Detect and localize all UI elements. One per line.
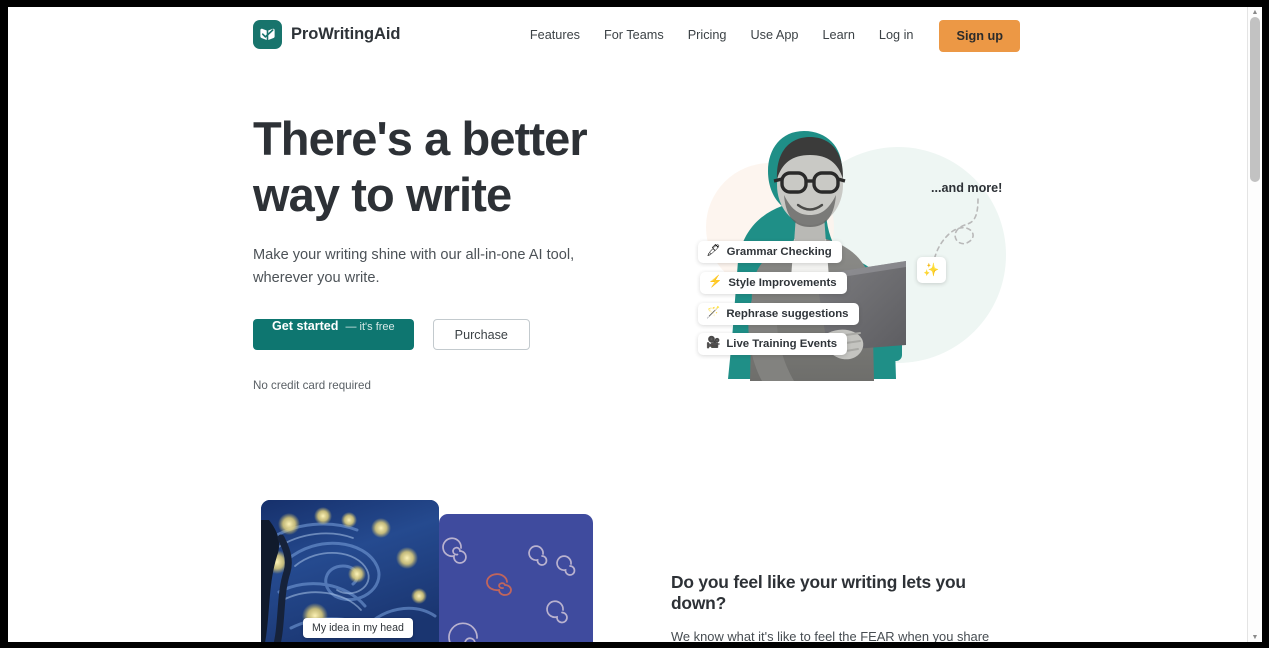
vertical-scrollbar[interactable]: ▲ ▼ xyxy=(1247,7,1262,642)
feature-chip-label: Style Improvements xyxy=(728,277,837,289)
feature-chip-grammar-checking: 🖋 Grammar Checking xyxy=(698,241,842,263)
book-logo-icon xyxy=(253,20,282,49)
and-more-label: ...and more! xyxy=(931,181,1003,195)
brand-logo-link[interactable]: ProWritingAid xyxy=(253,20,400,49)
feature-chip-rephrase-suggestions: 🪄 Rephrase suggestions xyxy=(698,303,859,325)
main-navigation: Features For Teams Pricing Use App Learn… xyxy=(518,19,1020,52)
hero-title: There's a better way to write xyxy=(253,111,593,223)
movie-camera-icon: 🎥 xyxy=(706,337,721,350)
artwork-collage: My idea in my head xyxy=(253,500,598,642)
feature-chip-style-improvements: ⚡ Style Improvements xyxy=(700,272,847,294)
nav-link-for-teams[interactable]: For Teams xyxy=(592,19,676,52)
lower-heading: Do you feel like your writing lets you d… xyxy=(671,572,966,613)
quill-feather-icon: 🖋 xyxy=(706,245,721,258)
feature-chip-label: Live Training Events xyxy=(726,338,838,350)
purchase-button[interactable]: Purchase xyxy=(432,319,530,350)
magic-wand-icon: 🪄 xyxy=(706,307,721,320)
lightning-bolt-icon: ⚡ xyxy=(708,276,723,289)
get-started-note: — it's free xyxy=(345,321,395,333)
blue-doodle-card xyxy=(439,514,593,642)
spiral-doodles xyxy=(442,537,576,642)
browser-viewport: ProWritingAid Features For Teams Pricing… xyxy=(8,7,1262,642)
feature-chip-label: Grammar Checking xyxy=(726,246,832,258)
nav-link-pricing[interactable]: Pricing xyxy=(676,19,739,52)
nav-link-log-in[interactable]: Log in xyxy=(867,19,926,52)
idea-caption-label: My idea in my head xyxy=(303,618,413,638)
hero-section: There's a better way to write Make your … xyxy=(253,111,593,392)
get-started-button[interactable]: Get started — it's free xyxy=(253,319,414,350)
sparkles-badge-icon: ✨ xyxy=(917,257,946,283)
browser-frame: ProWritingAid Features For Teams Pricing… xyxy=(0,0,1269,648)
brand-name: ProWritingAid xyxy=(291,25,401,43)
hero-illustration: 🖋 Grammar Checking ⚡ Style Improvements … xyxy=(672,111,1022,401)
site-header: ProWritingAid Features For Teams Pricing… xyxy=(8,7,1247,64)
sign-up-button[interactable]: Sign up xyxy=(939,19,1020,52)
page-content: ProWritingAid Features For Teams Pricing… xyxy=(8,7,1247,642)
nav-link-use-app[interactable]: Use App xyxy=(738,19,810,52)
lower-paragraph: We know what it's like to feel the FEAR … xyxy=(671,629,990,642)
nav-link-features[interactable]: Features xyxy=(518,19,592,52)
hero-subtitle: Make your writing shine with our all-in-… xyxy=(253,247,575,286)
no-credit-card-note: No credit card required xyxy=(253,379,371,392)
nav-link-learn[interactable]: Learn xyxy=(810,19,866,52)
scrollbar-thumb[interactable] xyxy=(1250,17,1260,182)
hero-title-line-2: way to write xyxy=(253,168,512,221)
lower-text-section: Do you feel like your writing lets you d… xyxy=(671,572,1021,642)
hero-cta-row: Get started — it's free Purchase xyxy=(253,319,593,350)
scroll-down-arrow-icon[interactable]: ▼ xyxy=(1248,632,1262,642)
hero-title-line-1: There's a better xyxy=(253,112,588,165)
get-started-label: Get started xyxy=(272,319,339,333)
feature-chip-label: Rephrase suggestions xyxy=(726,308,849,320)
scroll-up-arrow-icon[interactable]: ▲ xyxy=(1248,7,1262,17)
feature-chip-live-training-events: 🎥 Live Training Events xyxy=(698,333,848,355)
